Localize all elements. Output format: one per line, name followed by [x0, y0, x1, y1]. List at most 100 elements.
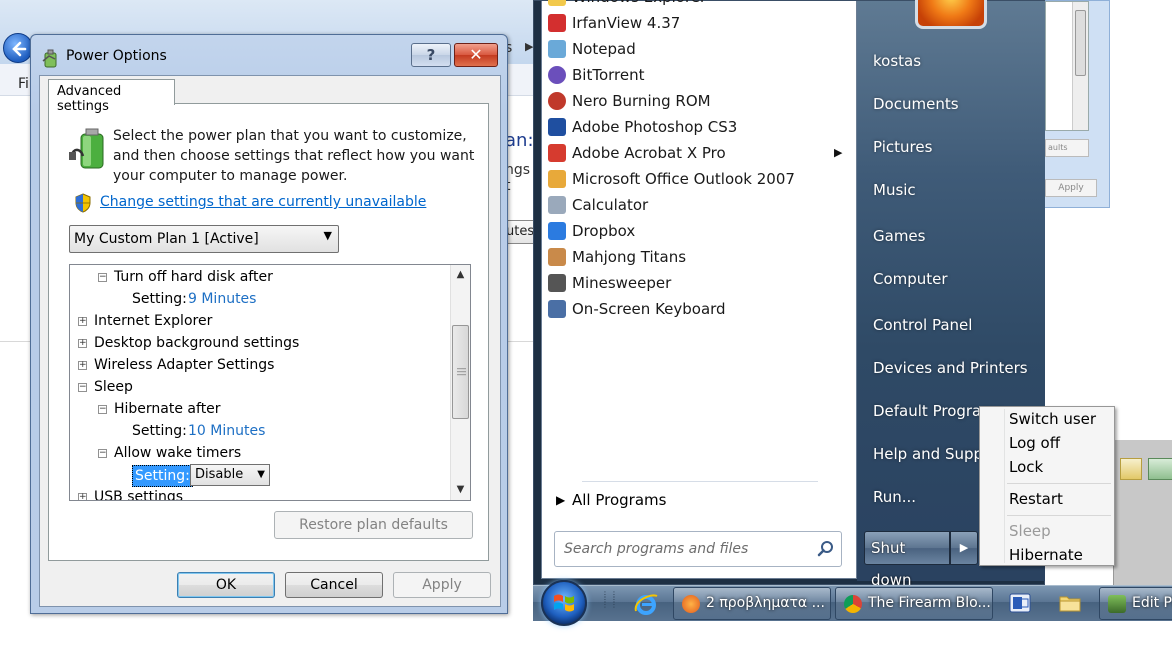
scroll-down-arrow-icon[interactable]: ▼ — [451, 480, 470, 500]
collapse-icon[interactable]: − — [78, 383, 87, 392]
folder-icon[interactable] — [1059, 593, 1081, 613]
scroll-grip-icon: ― ― ― — [457, 364, 466, 380]
program-item[interactable]: Calculator — [546, 192, 846, 218]
program-item[interactable]: IrfanView 4.37 — [546, 10, 846, 36]
shutdown-menu-item[interactable]: Log off — [1009, 434, 1060, 452]
collapse-icon[interactable]: − — [98, 449, 107, 458]
start-place-item[interactable]: Devices and Printers — [873, 359, 1028, 377]
acrobat-icon — [548, 144, 566, 162]
search-icon[interactable] — [817, 540, 835, 558]
user-avatar[interactable] — [915, 0, 987, 29]
change-settings-link[interactable]: Change settings that are currently unava… — [100, 194, 426, 210]
scroll-up-arrow-icon[interactable]: ▲ — [451, 265, 470, 285]
shutdown-menu-item[interactable]: Lock — [1009, 458, 1043, 476]
program-item[interactable]: Adobe Photoshop CS3 — [546, 114, 846, 140]
power-plan-select[interactable]: My Custom Plan 1 [Active] ▼ — [69, 225, 339, 253]
tree-row-label: Allow wake timers — [114, 445, 242, 461]
taskbar-task[interactable]: Edit Pl — [1099, 587, 1172, 620]
program-label: Microsoft Office Outlook 2007 — [572, 170, 795, 188]
power-options-icon[interactable] — [1148, 458, 1172, 480]
windows-explorer-icon — [548, 0, 566, 6]
tab-advanced-settings[interactable]: Advanced settings — [48, 79, 175, 114]
background-menu-item[interactable]: Fi — [18, 76, 29, 92]
background-select-fragment: utes — [505, 220, 535, 244]
tree-setting-value[interactable]: 9 Minutes — [188, 289, 256, 309]
program-item[interactable]: Notepad — [546, 36, 846, 62]
plan-description: Select the power plan that you want to c… — [113, 128, 475, 184]
shutdown-options-arrow-icon[interactable]: ▶ — [950, 531, 978, 565]
dropbox-icon — [548, 222, 566, 240]
expand-icon[interactable]: + — [78, 361, 87, 370]
start-place-item[interactable]: Computer — [873, 270, 948, 288]
taskbar-grip[interactable]: ⋮⋮ ⋮⋮ ⋮⋮ — [601, 591, 618, 616]
background-text-fragment: ngs t — [505, 162, 531, 194]
firefox-icon — [682, 595, 700, 613]
program-item[interactable]: Windows Explorer — [546, 0, 846, 10]
wake-timers-select[interactable]: Disable ▼ — [190, 464, 270, 486]
settings-tree[interactable]: − Turn off hard disk after Setting: 9 Minut… — [69, 264, 471, 501]
program-item[interactable]: Nero Burning ROM — [546, 88, 846, 114]
program-label: Minesweeper — [572, 274, 672, 292]
taskbar-task[interactable]: 2 προβληματα ... — [673, 587, 831, 620]
program-item[interactable]: BitTorrent — [546, 62, 846, 88]
help-button[interactable]: ? — [411, 43, 451, 67]
collapse-icon[interactable]: − — [98, 273, 107, 282]
search-input[interactable]: Search programs and files — [554, 531, 842, 567]
expand-icon[interactable]: + — [78, 317, 87, 326]
outlook-taskbar-icon[interactable] — [1009, 593, 1031, 613]
tree-setting-value[interactable]: 10 Minutes — [188, 421, 265, 441]
program-item[interactable]: Adobe Acrobat X Pro — [546, 140, 846, 166]
program-label: Adobe Acrobat X Pro — [572, 144, 726, 162]
tree-row-label: Hibernate after — [114, 401, 221, 417]
folder-icon[interactable] — [1120, 458, 1142, 480]
restore-plan-defaults-button[interactable]: Restore plan defaults — [274, 511, 473, 539]
program-item[interactable]: On-Screen Keyboard — [546, 296, 846, 322]
apply-button[interactable]: Apply — [393, 572, 491, 598]
submenu-arrow-icon[interactable]: ▶ — [834, 146, 842, 159]
shutdown-button[interactable]: Shut down — [864, 531, 950, 589]
program-item[interactable]: Minesweeper — [546, 270, 846, 296]
start-place-item[interactable]: Games — [873, 227, 925, 245]
start-place-item[interactable]: Music — [873, 181, 916, 199]
tree-scrollbar[interactable]: ▲ ― ― ― ▼ — [450, 265, 470, 500]
start-button[interactable] — [541, 580, 587, 626]
start-place-item[interactable]: Run... — [873, 488, 916, 506]
bittorrent-icon — [548, 66, 566, 84]
uac-shield-icon — [75, 193, 91, 213]
shutdown-menu-item[interactable]: Hibernate — [1009, 546, 1083, 564]
expand-icon[interactable]: + — [78, 493, 87, 500]
program-item[interactable]: Mahjong Titans — [546, 244, 846, 270]
power-options-icon — [42, 49, 57, 68]
all-programs-label: All Programs — [572, 491, 667, 509]
tree-row-label: Setting: — [132, 291, 187, 307]
shutdown-menu-item[interactable]: Switch user — [1009, 410, 1096, 428]
close-button[interactable]: ✕ — [454, 43, 498, 67]
cancel-button[interactable]: Cancel — [285, 572, 383, 598]
dialog-client-area: Advanced settings Select the power plan … — [39, 75, 501, 607]
background-heading-fragment: an: — [505, 130, 534, 151]
program-item[interactable]: Dropbox — [546, 218, 846, 244]
windows-logo-icon — [554, 594, 574, 612]
collapse-icon[interactable]: − — [98, 405, 107, 414]
program-item[interactable]: Microsoft Office Outlook 2007 — [546, 166, 846, 192]
expand-icon[interactable]: + — [78, 339, 87, 348]
power-options-dialog: Power Options ? ✕ Advanced settings Sele… — [30, 34, 508, 614]
advanced-settings-panel: Select the power plan that you want to c… — [48, 103, 489, 561]
start-place-item[interactable]: kostas — [873, 52, 921, 70]
keyboard-icon — [548, 300, 566, 318]
power-plan-select-value: My Custom Plan 1 [Active] — [74, 231, 259, 247]
scroll-thumb[interactable]: ― ― ― — [452, 325, 469, 419]
tree-row-label: Turn off hard disk after — [114, 269, 273, 285]
start-place-item[interactable]: Control Panel — [873, 316, 972, 334]
ok-button[interactable]: OK — [177, 572, 275, 598]
back-button[interactable] — [3, 33, 33, 63]
background-list — [1045, 1, 1089, 131]
program-label: On-Screen Keyboard — [572, 300, 726, 318]
start-place-item[interactable]: Documents — [873, 95, 959, 113]
taskbar-task[interactable]: The Firearm Blo... — [835, 587, 993, 620]
start-place-item[interactable]: Pictures — [873, 138, 932, 156]
shutdown-menu-item[interactable]: Restart — [1009, 490, 1063, 508]
wake-timers-select-value: Disable — [195, 467, 244, 482]
internet-explorer-icon[interactable] — [633, 591, 659, 617]
program-label: Windows Explorer — [572, 0, 706, 10]
